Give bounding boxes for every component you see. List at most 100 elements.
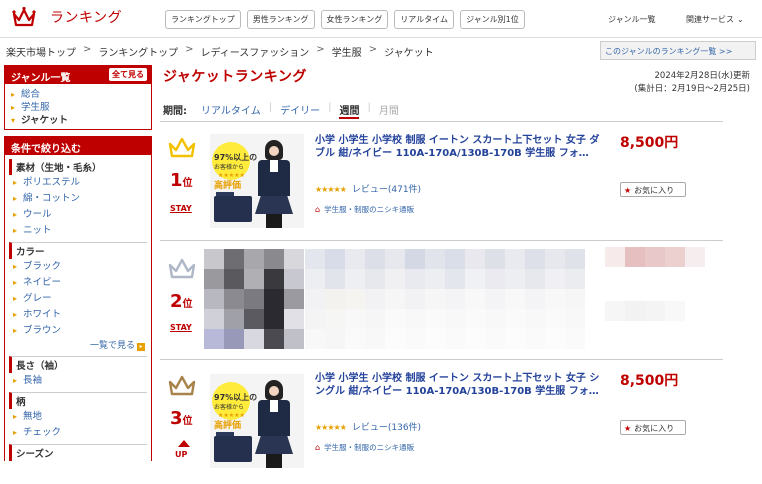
gold-crown-icon — [168, 137, 196, 158]
related-services-label: 関連サービス — [686, 15, 734, 24]
genre-item-school-uniform[interactable]: 学生服 — [11, 101, 145, 114]
filter-category-pattern: 柄 — [9, 392, 147, 409]
legs-shape — [266, 214, 282, 228]
filter-box: 条件で絞り込む 素材（生地・毛糸） ポリエステル 綿・コットン ウール ニット … — [4, 136, 152, 461]
logo-text: ランキング — [50, 10, 123, 26]
filter-list: 素材（生地・毛糸） ポリエステル 綿・コットン ウール ニット カラー ブラック… — [5, 155, 151, 461]
bronze-crown-icon — [168, 375, 196, 396]
filter-item-brown[interactable]: ブラウン — [9, 323, 147, 339]
blurred-product-text — [305, 249, 585, 349]
breadcrumb-rakuten-top[interactable]: 楽天市場トップ — [6, 44, 76, 59]
rating-row: ★★★★★ レビュー(136件) — [315, 420, 421, 433]
star-icon: ★ — [624, 186, 632, 195]
color-more-link[interactable]: 一覧で見る ▸ — [9, 339, 147, 353]
rank-suffix: 位 — [182, 416, 193, 427]
breadcrumb-separator: > — [368, 44, 378, 55]
related-services-menu[interactable]: 関連サービス ⌄ — [686, 14, 744, 25]
rating-row: ★★★★★ レビュー(471件) — [315, 182, 421, 195]
ranking-logo[interactable]: ランキング — [12, 6, 122, 28]
shop-link[interactable]: ⌂ 学生服・制服のニシキ通販 — [315, 204, 414, 215]
rank-status: STAY — [170, 204, 192, 213]
favorite-button[interactable]: ★ お気に入り — [620, 182, 686, 197]
filter-item-check[interactable]: チェック — [9, 425, 147, 441]
nav-realtime[interactable]: リアルタイム — [394, 10, 455, 29]
show-all-button[interactable]: 全て見る — [109, 68, 147, 81]
ranking-item: 3位 UP 97%以上の お客様から ★★★★★ 高評価 小学 小学生 小学校 … — [160, 359, 723, 484]
breadcrumb-ladies-fashion[interactable]: レディースファッション — [200, 44, 309, 59]
filter-item-gray[interactable]: グレー — [9, 291, 147, 307]
product-image[interactable]: 97%以上の お客様から ★★★★★ 高評価 — [210, 374, 304, 468]
rank-number: 1位 — [170, 170, 193, 191]
genre-item-overall[interactable]: 総合 — [11, 88, 145, 101]
nav-female-ranking[interactable]: 女性ランキング — [320, 10, 389, 29]
top-nav: ランキングトップ 男性ランキング 女性ランキング リアルタイム ジャンル別1位 — [165, 10, 531, 29]
period-daily[interactable]: デイリー — [280, 102, 320, 119]
shop-name: 学生服・制服のニシキ通販 — [324, 443, 415, 452]
filter-item-navy[interactable]: ネイビー — [9, 275, 147, 291]
filter-category-sleeve: 長さ（袖） — [9, 356, 147, 373]
rank-suffix: 位 — [182, 299, 193, 310]
filter-category-season: シーズン — [9, 444, 147, 461]
silver-crown-icon — [168, 258, 196, 279]
rank-suffix: 位 — [182, 178, 193, 189]
color-more-label: 一覧で見る — [89, 341, 135, 351]
star-rating: ★★★★★ — [315, 185, 347, 194]
breadcrumb: 楽天市場トップ > ランキングトップ > レディースファッション > 学生服 > ジャケ… — [6, 44, 434, 59]
genre-list-link[interactable]: ジャンル一覧 — [608, 14, 656, 25]
genre-ranking-list-button[interactable]: このジャンルのランキング一覧 >> — [600, 41, 756, 60]
favorite-label: お気に入り — [634, 186, 675, 195]
breadcrumb-separator: > — [185, 44, 194, 55]
nav-ranking-top[interactable]: ランキングトップ — [165, 10, 241, 29]
favorite-button[interactable]: ★ お気に入り — [620, 420, 686, 435]
period-separator: | — [268, 102, 273, 113]
updated-date: 2024年2月28日(水)更新 — [654, 71, 751, 81]
filter-item-knit[interactable]: ニット — [9, 223, 147, 239]
crown-logo-icon — [12, 6, 36, 27]
blurred-favorite — [605, 301, 685, 321]
genre-list: 総合 学生服 ジャケット — [5, 84, 151, 129]
product-title[interactable]: 小学 小学生 小学校 制服 イートン スカート上下セット 女子 シングル 紺/ネ… — [315, 372, 605, 398]
badge-text: 高評価 — [214, 181, 242, 191]
period-label: 期間: — [163, 106, 187, 117]
genre-box: ジャンル一覧 全て見る 総合 学生服 ジャケット — [4, 65, 152, 130]
filter-category-color: カラー — [9, 242, 147, 259]
nav-genre-first[interactable]: ジャンル別1位 — [460, 10, 525, 29]
product-image[interactable]: 97%以上の お客様から ★★★★★ 高評価 — [210, 134, 304, 228]
filter-item-white[interactable]: ホワイト — [9, 307, 147, 323]
period-monthly: 月間 — [378, 106, 399, 117]
period-realtime[interactable]: リアルタイム — [201, 102, 261, 119]
shop-icon: ⌂ — [315, 443, 321, 452]
collar-shape — [270, 160, 278, 172]
breadcrumb-ranking-top[interactable]: ランキングトップ — [98, 44, 178, 59]
genre-item-jacket: ジャケット — [11, 114, 145, 127]
ranking-item: 2位 STAY — [160, 240, 723, 359]
period-weekly: 週間 — [339, 102, 360, 119]
filter-item-cotton[interactable]: 綿・コットン — [9, 191, 147, 207]
breadcrumb-separator: > — [316, 44, 325, 55]
folded-item-shape — [214, 436, 252, 462]
product-title[interactable]: 小学 小学生 小学校 制服 イートン スカート上下セット 女子 ダブル 紺/ネイ… — [315, 134, 605, 160]
breadcrumb-separator: > — [83, 44, 92, 55]
rank-number: 2位 — [170, 291, 193, 312]
product-price: 8,500円 — [620, 373, 679, 389]
review-link[interactable]: レビュー(136件) — [352, 423, 421, 433]
filter-item-polyester[interactable]: ポリエステル — [9, 175, 147, 191]
review-link[interactable]: レビュー(471件) — [352, 185, 421, 195]
update-info: 2024年2月28日(水)更新 (集計日：2月19日～2月25日) — [634, 70, 750, 96]
badge-text: お客様から — [214, 404, 245, 411]
star-icon: ★ — [624, 424, 632, 433]
sidebar: ジャンル一覧 全て見る 総合 学生服 ジャケット 条件で絞り込む 素材（生地・毛… — [4, 65, 152, 467]
filter-item-plain[interactable]: 無地 — [9, 409, 147, 425]
filter-item-wool[interactable]: ウール — [9, 207, 147, 223]
model-face — [269, 386, 279, 396]
rank-up-icon — [178, 440, 190, 447]
breadcrumb-school-uniform[interactable]: 学生服 — [332, 44, 362, 59]
rank-number: 3位 — [170, 408, 193, 429]
arrow-right-icon: ▸ — [137, 343, 145, 351]
badge-text: お客様から — [214, 164, 245, 171]
shop-link[interactable]: ⌂ 学生服・制服のニシキ通販 — [315, 442, 414, 453]
nav-male-ranking[interactable]: 男性ランキング — [246, 10, 315, 29]
favorite-label: お気に入り — [634, 424, 675, 433]
filter-item-black[interactable]: ブラック — [9, 259, 147, 275]
filter-item-long-sleeve[interactable]: 長袖 — [9, 373, 147, 389]
